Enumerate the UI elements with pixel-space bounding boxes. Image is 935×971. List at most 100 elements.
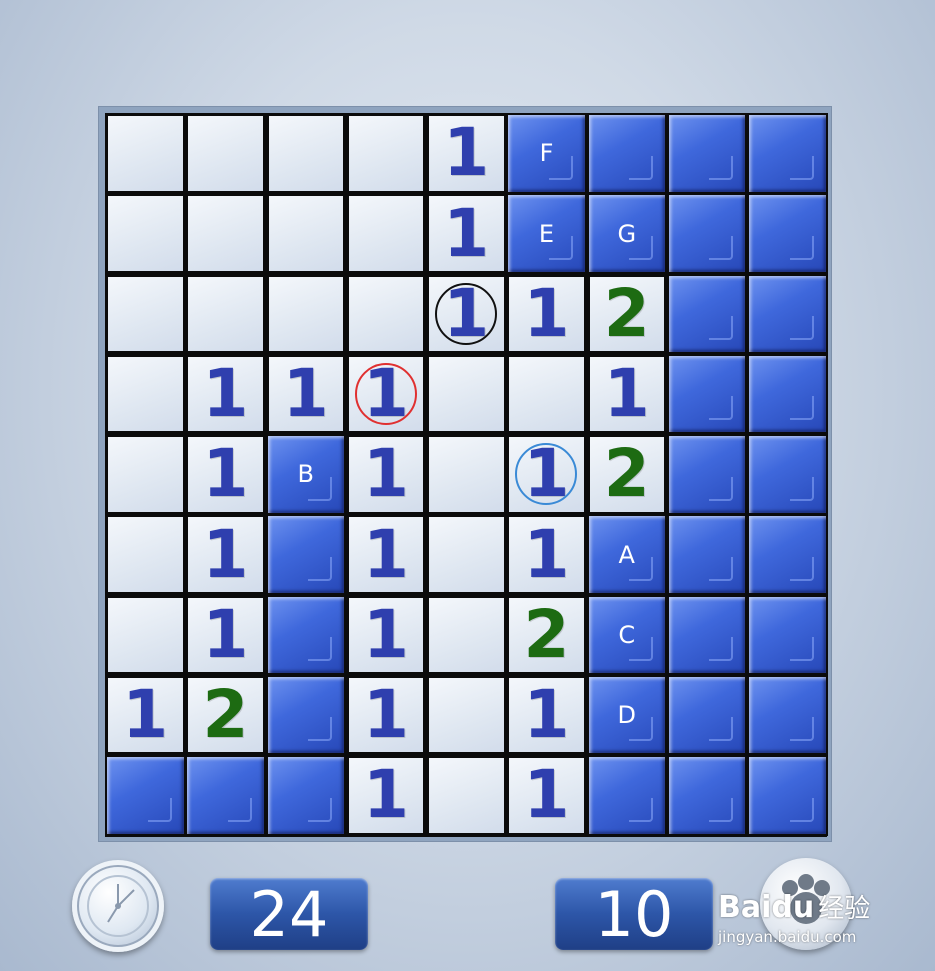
revealed-cell: 1 — [345, 594, 427, 675]
cell-letter-label: D — [617, 701, 636, 729]
revealed-cell: 1 — [426, 193, 507, 274]
revealed-cell: 1 — [426, 273, 507, 354]
revealed-cell — [426, 594, 507, 675]
revealed-cell — [185, 113, 266, 194]
revealed-cell: 1 — [506, 514, 587, 595]
revealed-cell: 1 — [185, 594, 266, 675]
cell-number: 1 — [523, 515, 570, 593]
cell-letter-label: A — [618, 540, 635, 569]
revealed-cell — [506, 353, 587, 435]
unrevealed-cell[interactable] — [586, 113, 667, 194]
unrevealed-cell[interactable] — [666, 755, 748, 836]
unrevealed-cell[interactable] — [586, 755, 667, 836]
revealed-cell: 1 — [345, 674, 427, 756]
watermark-cn: 经验 — [818, 894, 871, 924]
cell-number: 1 — [282, 355, 329, 432]
revealed-cell: 1 — [185, 434, 266, 515]
cell-number: 1 — [202, 595, 249, 673]
revealed-cell — [426, 434, 507, 515]
unrevealed-cell[interactable] — [265, 514, 346, 595]
revealed-cell: 2 — [506, 594, 587, 675]
revealed-cell — [185, 273, 266, 354]
unrevealed-cell[interactable] — [747, 755, 828, 836]
cell-number: 1 — [363, 595, 409, 673]
cell-number: 1 — [443, 114, 490, 192]
revealed-cell: 1 — [185, 514, 266, 595]
cell-letter-label: F — [539, 139, 554, 168]
cell-number: 1 — [603, 355, 650, 432]
cell-number: 1 — [523, 756, 570, 834]
unrevealed-cell[interactable]: C — [586, 594, 667, 675]
revealed-cell — [345, 273, 427, 354]
cell-number: 1 — [523, 274, 570, 352]
revealed-cell — [426, 674, 507, 756]
unrevealed-cell[interactable] — [105, 755, 186, 836]
unrevealed-cell[interactable] — [666, 113, 748, 194]
revealed-cell — [105, 514, 186, 595]
unrevealed-cell[interactable] — [747, 113, 828, 194]
cell-number: 1 — [363, 435, 409, 513]
revealed-cell — [426, 514, 507, 595]
minefield-board: 1F1EG11211111B112111A112C1211D11 — [98, 106, 832, 842]
watermark-url: jingyan.baidu.com — [718, 928, 857, 946]
cell-letter-label: E — [538, 219, 555, 248]
revealed-cell: 1 — [345, 434, 427, 515]
unrevealed-cell[interactable] — [666, 353, 748, 435]
unrevealed-cell[interactable] — [747, 594, 828, 675]
revealed-cell — [265, 113, 346, 194]
cell-number: 1 — [523, 676, 570, 753]
unrevealed-cell[interactable]: A — [586, 514, 667, 595]
unrevealed-cell[interactable] — [666, 193, 748, 274]
unrevealed-cell[interactable] — [666, 273, 748, 354]
cell-number: 1 — [363, 676, 409, 753]
unrevealed-cell[interactable] — [666, 674, 748, 756]
revealed-cell: 1 — [105, 674, 186, 756]
unrevealed-cell[interactable] — [666, 514, 748, 595]
revealed-cell — [105, 353, 186, 435]
revealed-cell — [185, 193, 266, 274]
unrevealed-cell[interactable]: G — [586, 193, 667, 274]
cell-number: 2 — [603, 435, 650, 513]
unrevealed-cell[interactable]: F — [506, 113, 587, 194]
unrevealed-cell[interactable]: E — [506, 193, 587, 274]
cell-number: 2 — [603, 274, 650, 352]
unrevealed-cell[interactable] — [265, 755, 346, 836]
revealed-cell — [265, 273, 346, 354]
unrevealed-cell[interactable] — [747, 674, 828, 756]
cell-number: 1 — [363, 756, 409, 834]
revealed-cell: 1 — [185, 353, 266, 435]
cell-letter-label: G — [617, 219, 637, 248]
baidu-watermark: Baidu 经验 jingyan.baidu.com — [718, 888, 871, 946]
revealed-cell — [426, 755, 507, 836]
revealed-cell — [105, 434, 186, 515]
cell-number: 1 — [122, 676, 169, 753]
unrevealed-cell[interactable] — [747, 514, 828, 595]
unrevealed-cell[interactable] — [185, 755, 266, 836]
revealed-cell — [345, 193, 427, 274]
unrevealed-cell[interactable] — [747, 434, 828, 515]
elapsed-time-counter: 24 — [210, 878, 368, 951]
mines-remaining-counter: 10 — [555, 878, 713, 951]
revealed-cell — [345, 113, 427, 194]
unrevealed-cell[interactable] — [265, 594, 346, 675]
cell-number: 1 — [443, 194, 490, 272]
unrevealed-cell[interactable] — [747, 193, 828, 274]
unrevealed-cell[interactable] — [666, 434, 748, 515]
revealed-cell: 1 — [586, 353, 667, 435]
unrevealed-cell[interactable]: B — [265, 434, 346, 515]
unrevealed-cell[interactable] — [747, 353, 828, 435]
revealed-cell: 1 — [506, 434, 587, 515]
revealed-cell: 1 — [345, 755, 427, 836]
cell-number: 1 — [202, 515, 249, 593]
unrevealed-cell[interactable]: D — [586, 674, 667, 756]
revealed-cell: 1 — [345, 353, 427, 435]
unrevealed-cell[interactable] — [265, 674, 346, 756]
unrevealed-cell[interactable] — [666, 594, 748, 675]
cell-number: 1 — [523, 435, 570, 513]
cell-number: 2 — [523, 595, 570, 673]
unrevealed-cell[interactable] — [747, 273, 828, 354]
cell-letter-label: C — [618, 620, 636, 649]
revealed-cell: 1 — [426, 113, 507, 194]
cell-number: 1 — [202, 355, 249, 432]
revealed-cell: 1 — [345, 514, 427, 595]
